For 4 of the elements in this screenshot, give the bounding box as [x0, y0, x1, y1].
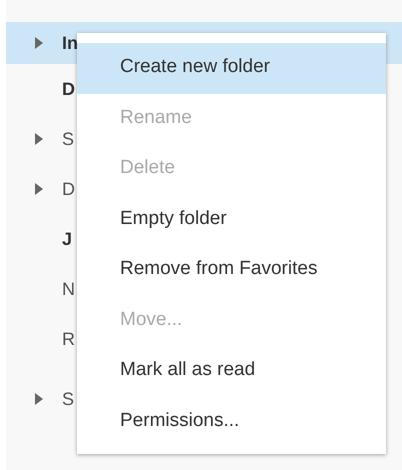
- folder-label: D: [62, 178, 75, 200]
- folder-label: S: [62, 388, 74, 410]
- folder-label: S: [62, 128, 74, 150]
- folder-label: In: [62, 32, 78, 54]
